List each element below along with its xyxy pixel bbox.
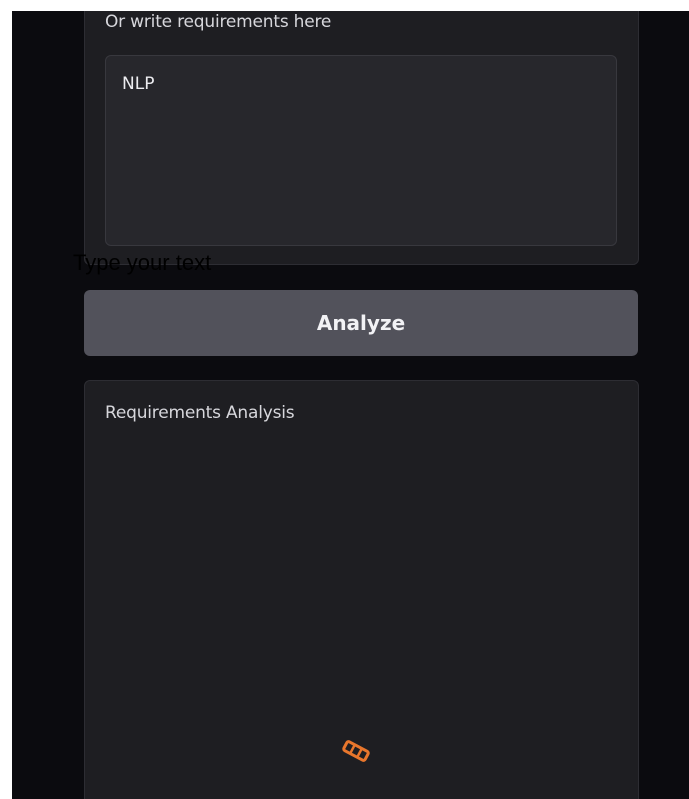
type-your-text-placeholder[interactable]: Type your text: [73, 249, 211, 277]
requirements-analysis-label: Requirements Analysis: [105, 403, 295, 423]
app-frame: Or write requirements here NLP t Type yo…: [12, 11, 689, 799]
requirements-analysis-panel: Requirements Analysis: [84, 380, 639, 799]
analyze-button[interactable]: Analyze: [84, 290, 638, 356]
requirements-input-panel: Or write requirements here NLP: [84, 11, 639, 265]
requirements-textarea[interactable]: NLP: [105, 55, 617, 246]
loading-spinner-icon: [341, 739, 371, 763]
requirements-input-label: Or write requirements here: [105, 12, 332, 32]
